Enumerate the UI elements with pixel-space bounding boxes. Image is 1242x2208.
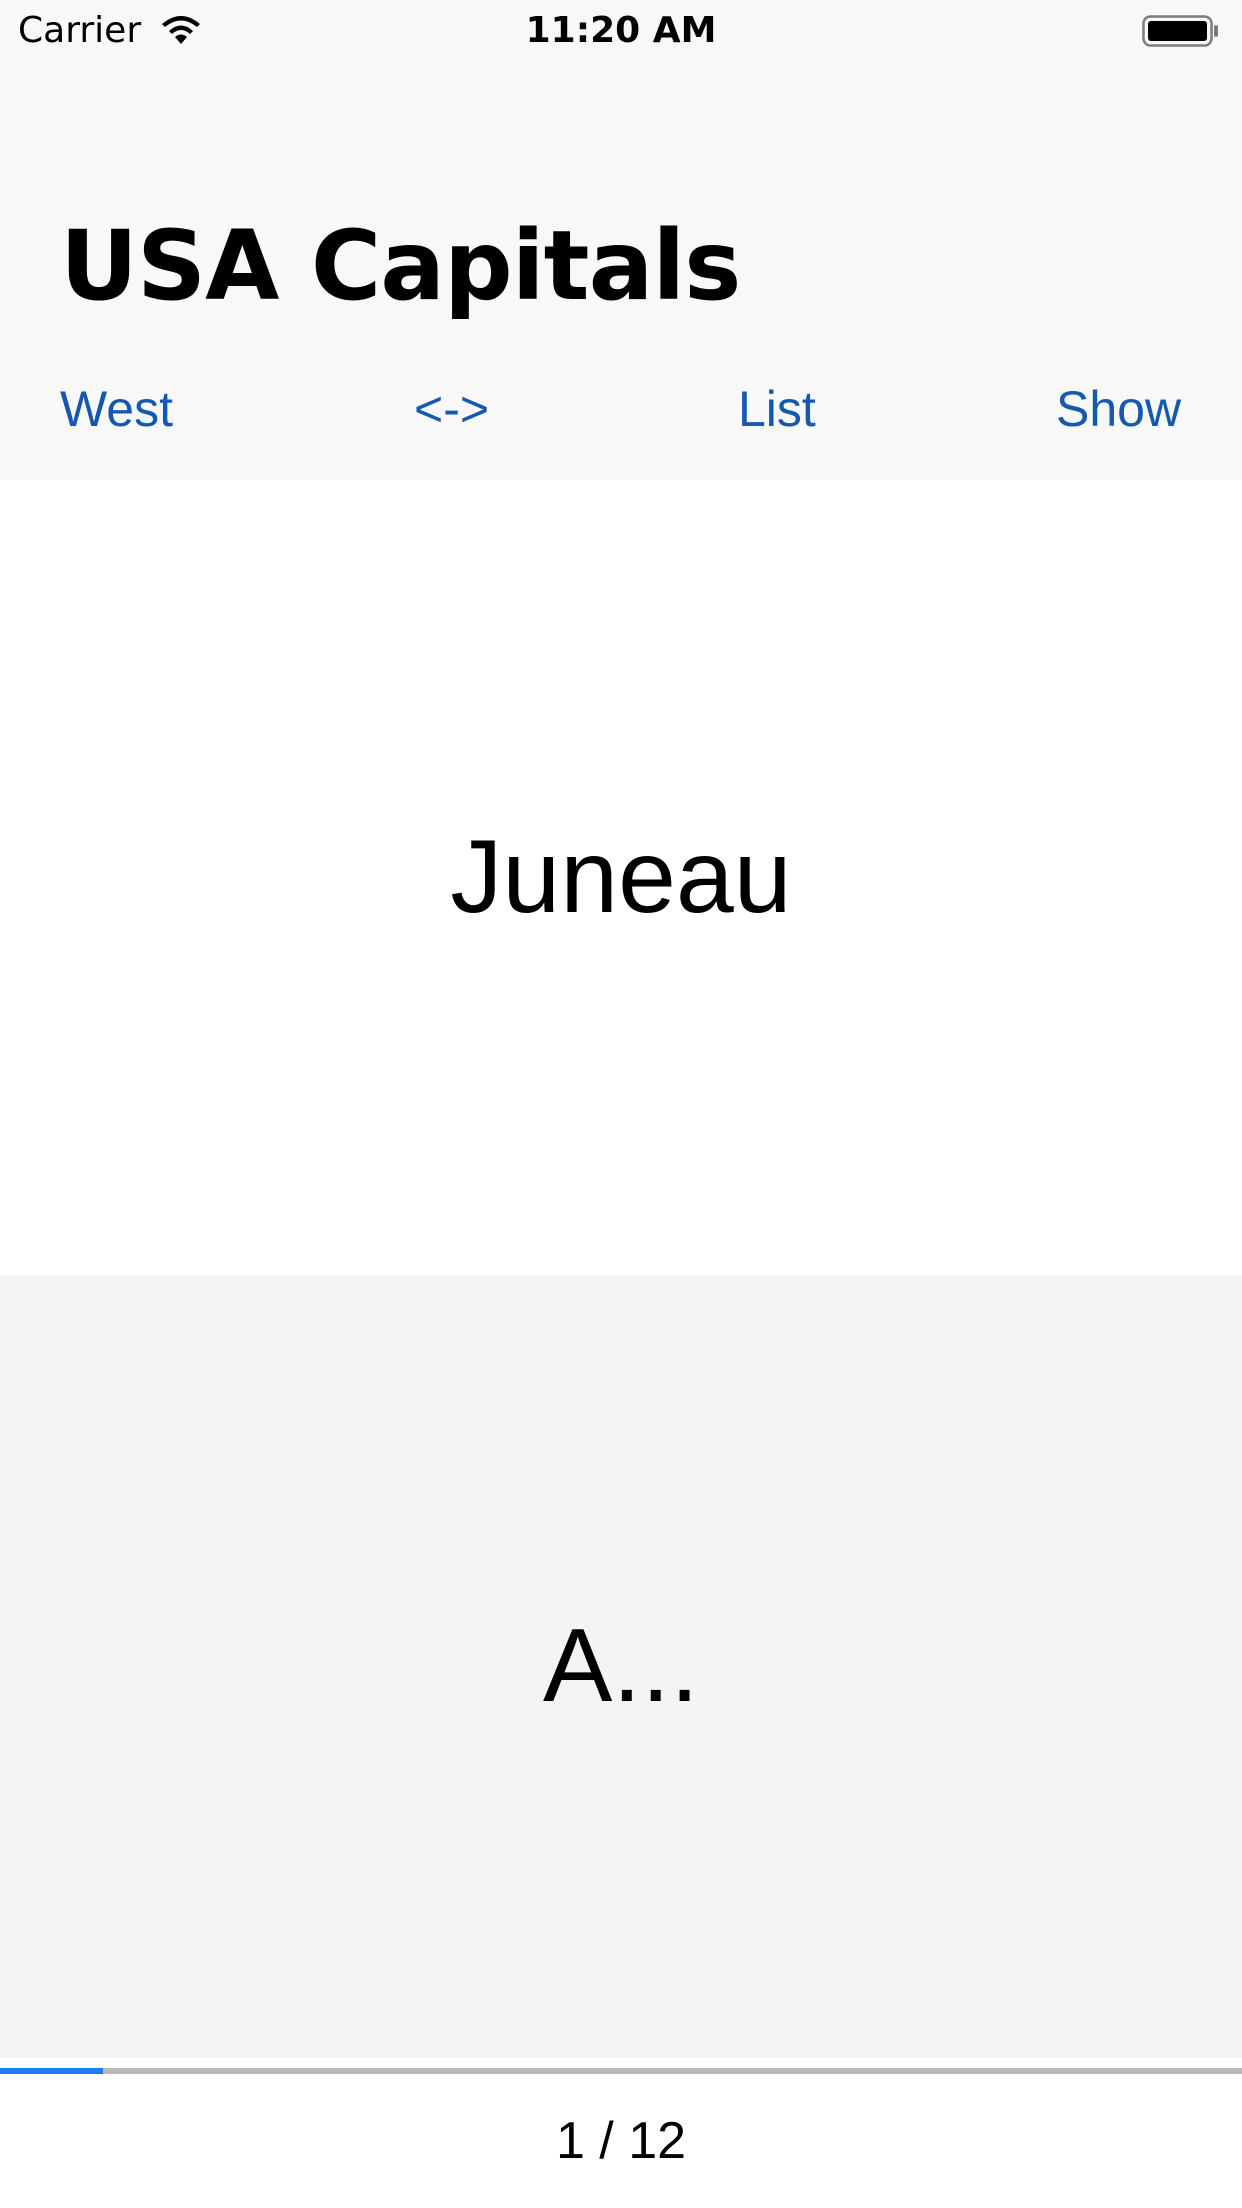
- west-button[interactable]: West: [60, 380, 173, 438]
- answer-card[interactable]: A...: [0, 1275, 1242, 2058]
- show-button[interactable]: Show: [1056, 380, 1181, 438]
- footer: 1 / 12: [0, 2074, 1242, 2208]
- app-screen: Carrier 11:20 AM USA Capitals West <-> L…: [0, 0, 1242, 2208]
- list-button[interactable]: List: [738, 380, 816, 438]
- question-text: Juneau: [450, 819, 792, 935]
- answer-text: A...: [542, 1608, 700, 1724]
- page-counter: 1 / 12: [555, 2112, 687, 2170]
- status-bar: Carrier 11:20 AM: [0, 0, 1242, 60]
- battery-icon: [1142, 15, 1218, 47]
- toolbar: West <-> List Show: [0, 380, 1242, 460]
- status-time: 11:20 AM: [525, 10, 717, 51]
- page-title: USA Capitals: [60, 210, 741, 322]
- swap-button[interactable]: <->: [414, 380, 489, 438]
- navigation-header: USA Capitals West <-> List Show: [0, 60, 1242, 480]
- question-card[interactable]: Juneau: [0, 480, 1242, 1275]
